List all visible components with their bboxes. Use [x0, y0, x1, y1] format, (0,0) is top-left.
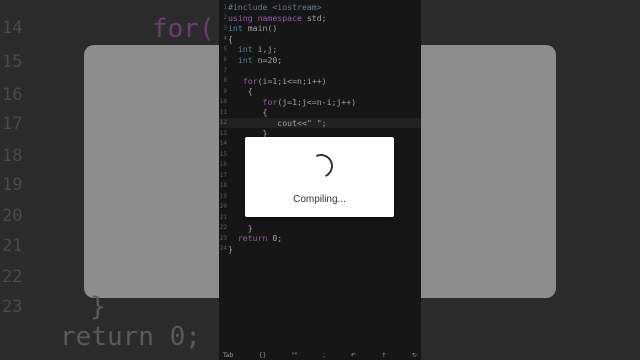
quotes-key-button[interactable]: "" — [292, 352, 298, 359]
bg-line-number: 15 — [2, 52, 23, 72]
tab-key-button[interactable]: Tab — [223, 352, 233, 359]
bg-line-number: 21 — [2, 236, 23, 256]
symbol-toolbar: Tab {} "" ; ↶ ↑ ↻ — [219, 350, 421, 360]
bg-line-number: 14 — [2, 18, 23, 38]
bg-code-brace: } — [90, 292, 106, 322]
bg-line-number: 16 — [2, 85, 23, 105]
bg-line-number: 20 — [2, 206, 23, 226]
phone-screen: 1 #include <iostream> 2 using namespace std… — [219, 0, 421, 360]
compiling-message: Compiling... — [293, 194, 346, 205]
bg-code-for: for( — [152, 14, 215, 44]
semicolon-key-button[interactable]: ; — [323, 352, 325, 359]
bg-line-number: 17 — [2, 114, 23, 134]
bg-code-return: return 0; — [60, 322, 201, 352]
braces-key-button[interactable]: {} — [259, 352, 267, 359]
compiling-dialog: Compiling... — [245, 137, 394, 217]
bg-line-number: 22 — [2, 267, 23, 287]
redo-icon[interactable]: ↻ — [412, 352, 417, 359]
loading-spinner-icon — [305, 150, 337, 182]
up-arrow-icon[interactable]: ↑ — [381, 352, 386, 359]
bg-line-number: 18 — [2, 146, 23, 166]
bg-line-number: 19 — [2, 175, 23, 195]
bg-line-number: 23 — [2, 297, 23, 317]
undo-icon[interactable]: ↶ — [351, 352, 356, 359]
